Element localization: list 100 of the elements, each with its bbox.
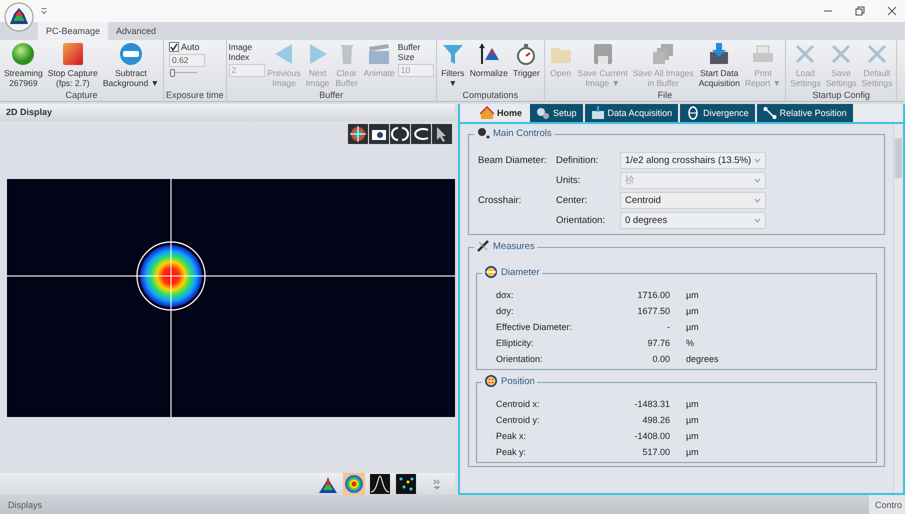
- gears-icon: [536, 106, 550, 120]
- form-label: Definition:: [556, 155, 600, 166]
- form-label: Beam Diameter:: [478, 155, 548, 166]
- form-label: Units:: [556, 175, 582, 186]
- measure-label: Ellipticity:: [496, 338, 535, 348]
- panel-tab[interactable]: Divergence: [680, 104, 755, 122]
- slider-thumb[interactable]: [170, 69, 175, 77]
- measure-label: Peak y:: [496, 447, 528, 457]
- ellipse-tool-button[interactable]: [411, 124, 431, 144]
- ribbon-tab[interactable]: PC-Beamage: [38, 22, 108, 40]
- caret-icon: [754, 198, 761, 203]
- measure-value: -1408.00: [633, 431, 670, 441]
- display-mode-button[interactable]: [395, 473, 417, 495]
- checkbox[interactable]: [168, 42, 179, 52]
- pointer-tool-button[interactable]: [432, 124, 452, 144]
- dropdown[interactable]: Centroid: [620, 192, 766, 209]
- ribbon-button[interactable]: Stop Capture (fps: 2.7): [46, 42, 100, 88]
- stacked-disks-icon: [651, 42, 676, 66]
- ribbon-button[interactable]: Trigger: [511, 42, 542, 78]
- group-label: Startup Config: [811, 90, 871, 101]
- dropdown[interactable]: 0 degrees: [620, 212, 766, 229]
- display-mode-button[interactable]: [369, 473, 391, 495]
- group-label: Buffer: [318, 90, 344, 101]
- chart-arrow-icon: [590, 106, 605, 120]
- measure-label: Centroid x:: [496, 399, 541, 409]
- minus-circle-icon: [118, 42, 143, 66]
- circle-arrows-icon: [390, 124, 410, 144]
- measure-label: dσx:: [496, 290, 515, 300]
- ribbon-button[interactable]: Start Data Acquisition: [696, 42, 742, 88]
- restore-icon[interactable]: [855, 6, 865, 16]
- funnel-icon: [440, 42, 465, 66]
- panel-tab[interactable]: Setup: [530, 104, 583, 122]
- checkbox-label: Auto: [180, 42, 200, 52]
- measure-label: Peak x:: [496, 431, 528, 441]
- panel-tab[interactable]: Relative Position: [756, 104, 853, 122]
- dropdown[interactable]: 1/e2 along crosshairs (13.5%): [620, 152, 766, 169]
- ribbon-button[interactable]: Subtract Background ▼: [100, 42, 161, 88]
- form-label: Crosshair:: [478, 195, 522, 206]
- ribbon-button[interactable]: Normalize: [468, 42, 510, 78]
- group-label: File: [656, 90, 674, 101]
- input-field[interactable]: 0.62: [168, 54, 205, 67]
- caret-icon: [754, 158, 761, 163]
- scrollbar-thumb[interactable]: [895, 138, 902, 178]
- measure-unit: µm: [686, 322, 700, 332]
- measure-label: Orientation:: [496, 354, 544, 364]
- group-label: Capture: [64, 90, 98, 101]
- group-label: Exposure time: [166, 90, 224, 101]
- section-title: Main Controls: [493, 128, 552, 138]
- measure-value: -1483.31: [633, 399, 670, 409]
- measure-unit: degrees: [686, 354, 720, 364]
- caret-icon: [754, 218, 761, 223]
- measure-value: 1716.00: [636, 290, 670, 300]
- measure-unit: µm: [686, 306, 700, 316]
- ruler-cross-icon: [476, 239, 490, 253]
- measure-unit: µm: [686, 431, 700, 441]
- form-label: Orientation:: [556, 215, 606, 226]
- measure-value: 498.26: [641, 415, 670, 425]
- peak-arrow-icon: [476, 42, 501, 66]
- quick-access-caret-icon[interactable]: [40, 7, 48, 15]
- measure-unit: µm: [686, 447, 700, 457]
- measure-value: -: [666, 322, 670, 332]
- close-icon[interactable]: [887, 6, 897, 16]
- status-text: Displays: [7, 500, 42, 510]
- ribbon-tab[interactable]: Advanced: [108, 22, 164, 40]
- measure-unit: µm: [686, 399, 700, 409]
- target-tool-button[interactable]: [348, 124, 368, 144]
- theta-icon: [686, 106, 700, 120]
- panel-tab[interactable]: Contro: [868, 495, 905, 514]
- dumbbell-line-icon: [762, 106, 777, 120]
- stop-square-icon: [60, 42, 85, 66]
- clapperboard-icon: [367, 42, 392, 66]
- caret-icon: [754, 178, 761, 183]
- crosshair-target-icon: [484, 374, 498, 388]
- measure-value: 97.76: [646, 338, 670, 348]
- form-label: Center:: [556, 195, 588, 206]
- measure-label: Effective Diameter:: [496, 322, 573, 332]
- measure-value: 517.00: [641, 447, 670, 457]
- panel-tab[interactable]: Data Acquisition: [584, 104, 678, 122]
- diameter-target-icon: [484, 265, 498, 279]
- exposure-slider[interactable]: [168, 69, 197, 75]
- section-title: Position: [501, 376, 535, 386]
- group-label: Computations: [461, 90, 519, 101]
- measure-unit: µm: [686, 290, 700, 300]
- overflow-icon[interactable]: [433, 479, 441, 489]
- status-ball-icon: [11, 42, 36, 66]
- scatter-dots-icon: [396, 474, 416, 494]
- measure-unit: %: [686, 338, 696, 348]
- measure-value: 0.00: [651, 354, 670, 364]
- field-label: Buffer Size: [398, 42, 422, 62]
- target-icon: [348, 124, 368, 144]
- camera-tool-button[interactable]: [369, 124, 389, 144]
- panel-title: 2D Display: [0, 104, 455, 121]
- ribbon-button[interactable]: Filters ▼: [438, 42, 467, 88]
- measure-value: 1677.50: [636, 306, 670, 316]
- scrollbar[interactable]: [893, 124, 903, 493]
- field-label: Image Index: [228, 42, 254, 62]
- house-icon: [480, 106, 494, 120]
- ribbon-button[interactable]: Streaming 267969: [2, 42, 45, 88]
- dark-blob-icon: [476, 126, 490, 140]
- circle-arrows-tool-button[interactable]: [390, 124, 410, 144]
